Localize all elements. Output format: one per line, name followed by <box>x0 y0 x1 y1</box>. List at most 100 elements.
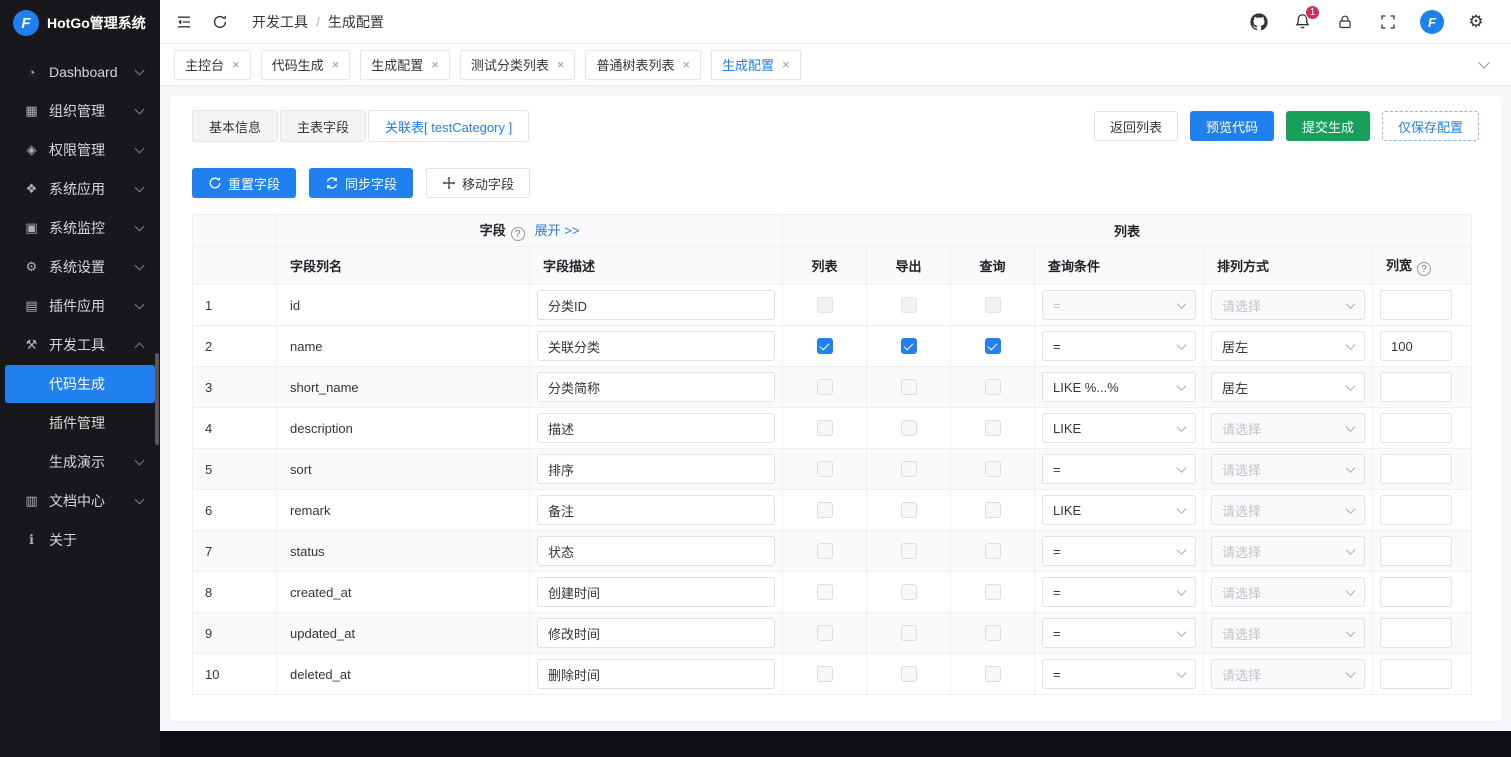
export-checkbox[interactable] <box>901 584 917 600</box>
close-icon[interactable] <box>782 58 790 71</box>
sidebar-subitem[interactable]: 生成演示 <box>5 443 155 481</box>
close-icon[interactable] <box>557 58 565 71</box>
export-checkbox[interactable] <box>901 379 917 395</box>
query-condition-select[interactable]: = <box>1042 659 1196 689</box>
refresh-icon[interactable] <box>210 12 230 32</box>
align-select[interactable]: 居左 <box>1211 372 1365 402</box>
column-width-input[interactable] <box>1380 290 1452 320</box>
field-action-button[interactable]: 同步字段 <box>309 168 413 198</box>
align-select[interactable]: 请选择 <box>1211 454 1365 484</box>
breadcrumb-item[interactable]: 生成配置 <box>328 12 384 32</box>
column-width-input[interactable] <box>1380 577 1452 607</box>
list-checkbox[interactable] <box>817 338 833 354</box>
query-checkbox[interactable] <box>985 461 1001 477</box>
query-condition-select[interactable]: LIKE <box>1042 413 1196 443</box>
field-desc-input[interactable] <box>537 618 775 648</box>
export-checkbox[interactable] <box>901 666 917 682</box>
config-tab[interactable]: 主表字段 <box>280 110 366 142</box>
sidebar-subitem[interactable]: 代码生成 <box>5 365 155 403</box>
action-button[interactable]: 返回列表 <box>1094 111 1178 141</box>
list-checkbox[interactable] <box>817 379 833 395</box>
tabs-menu-button[interactable] <box>1471 52 1497 78</box>
query-checkbox[interactable] <box>985 338 1001 354</box>
config-tab[interactable]: 基本信息 <box>192 110 278 142</box>
field-desc-input[interactable] <box>537 577 775 607</box>
close-icon[interactable] <box>431 58 439 71</box>
menu-collapse-icon[interactable] <box>174 12 194 32</box>
list-checkbox[interactable] <box>817 297 833 313</box>
field-desc-input[interactable] <box>537 659 775 689</box>
export-checkbox[interactable] <box>901 461 917 477</box>
field-action-button[interactable]: 移动字段 <box>426 168 530 198</box>
query-checkbox[interactable] <box>985 379 1001 395</box>
export-checkbox[interactable] <box>901 502 917 518</box>
sidebar-subitem[interactable]: 插件管理 <box>5 404 155 442</box>
export-checkbox[interactable] <box>901 297 917 313</box>
sidebar-item[interactable]: ⚒开发工具 <box>5 326 155 364</box>
gear-icon[interactable]: ⚙ <box>1465 10 1487 34</box>
align-select[interactable]: 请选择 <box>1211 290 1365 320</box>
breadcrumb-item[interactable]: 开发工具 <box>252 12 308 32</box>
field-desc-input[interactable] <box>537 495 775 525</box>
fullscreen-icon[interactable] <box>1377 10 1399 34</box>
list-checkbox[interactable] <box>817 461 833 477</box>
config-tab[interactable]: 关联表[ testCategory ] <box>368 110 529 142</box>
query-condition-select[interactable]: = <box>1042 290 1196 320</box>
close-icon[interactable] <box>332 58 340 71</box>
sidebar-item[interactable]: ▦组织管理 <box>5 92 155 130</box>
close-icon[interactable] <box>232 58 240 71</box>
query-checkbox[interactable] <box>985 502 1001 518</box>
page-tab[interactable]: 生成配置 <box>711 50 801 80</box>
page-tab[interactable]: 代码生成 <box>261 50 351 80</box>
list-checkbox[interactable] <box>817 584 833 600</box>
column-width-input[interactable] <box>1380 659 1452 689</box>
export-checkbox[interactable] <box>901 543 917 559</box>
column-width-input[interactable] <box>1380 454 1452 484</box>
github-icon[interactable] <box>1248 10 1270 34</box>
align-select[interactable]: 请选择 <box>1211 577 1365 607</box>
field-desc-input[interactable] <box>537 536 775 566</box>
query-checkbox[interactable] <box>985 625 1001 641</box>
page-tab[interactable]: 测试分类列表 <box>460 50 576 80</box>
page-tab[interactable]: 普通树表列表 <box>585 50 701 80</box>
align-select[interactable]: 请选择 <box>1211 659 1365 689</box>
query-condition-select[interactable]: = <box>1042 577 1196 607</box>
sidebar-item[interactable]: ▤插件应用 <box>5 287 155 325</box>
field-desc-input[interactable] <box>537 290 775 320</box>
field-desc-input[interactable] <box>537 454 775 484</box>
align-select[interactable]: 请选择 <box>1211 618 1365 648</box>
page-tab[interactable]: 主控台 <box>174 50 251 80</box>
query-condition-select[interactable]: = <box>1042 331 1196 361</box>
field-desc-input[interactable] <box>537 372 775 402</box>
query-checkbox[interactable] <box>985 543 1001 559</box>
export-checkbox[interactable] <box>901 338 917 354</box>
query-condition-select[interactable]: LIKE <box>1042 495 1196 525</box>
column-width-input[interactable] <box>1380 536 1452 566</box>
sidebar-item[interactable]: ▣系统监控 <box>5 209 155 247</box>
column-width-input[interactable] <box>1380 495 1452 525</box>
query-checkbox[interactable] <box>985 584 1001 600</box>
list-checkbox[interactable] <box>817 543 833 559</box>
list-checkbox[interactable] <box>817 625 833 641</box>
field-desc-input[interactable] <box>537 413 775 443</box>
expand-link[interactable]: 展开 >> <box>535 223 580 238</box>
action-button[interactable]: 提交生成 <box>1286 111 1370 141</box>
export-checkbox[interactable] <box>901 625 917 641</box>
column-width-input[interactable] <box>1380 372 1452 402</box>
field-action-button[interactable]: 重置字段 <box>192 168 296 198</box>
align-select[interactable]: 居左 <box>1211 331 1365 361</box>
query-checkbox[interactable] <box>985 297 1001 313</box>
list-checkbox[interactable] <box>817 666 833 682</box>
column-width-input[interactable] <box>1380 331 1452 361</box>
align-select[interactable]: 请选择 <box>1211 495 1365 525</box>
close-icon[interactable] <box>682 58 690 71</box>
action-button[interactable]: 预览代码 <box>1190 111 1274 141</box>
sidebar-item[interactable]: ℹ关于 <box>5 521 155 559</box>
sidebar-item[interactable]: ◔Dashboard <box>5 53 155 91</box>
column-width-input[interactable] <box>1380 413 1452 443</box>
field-desc-input[interactable] <box>537 331 775 361</box>
action-button[interactable]: 仅保存配置 <box>1382 111 1479 141</box>
sidebar-item[interactable]: ⚙系统设置 <box>5 248 155 286</box>
query-checkbox[interactable] <box>985 420 1001 436</box>
align-select[interactable]: 请选择 <box>1211 413 1365 443</box>
